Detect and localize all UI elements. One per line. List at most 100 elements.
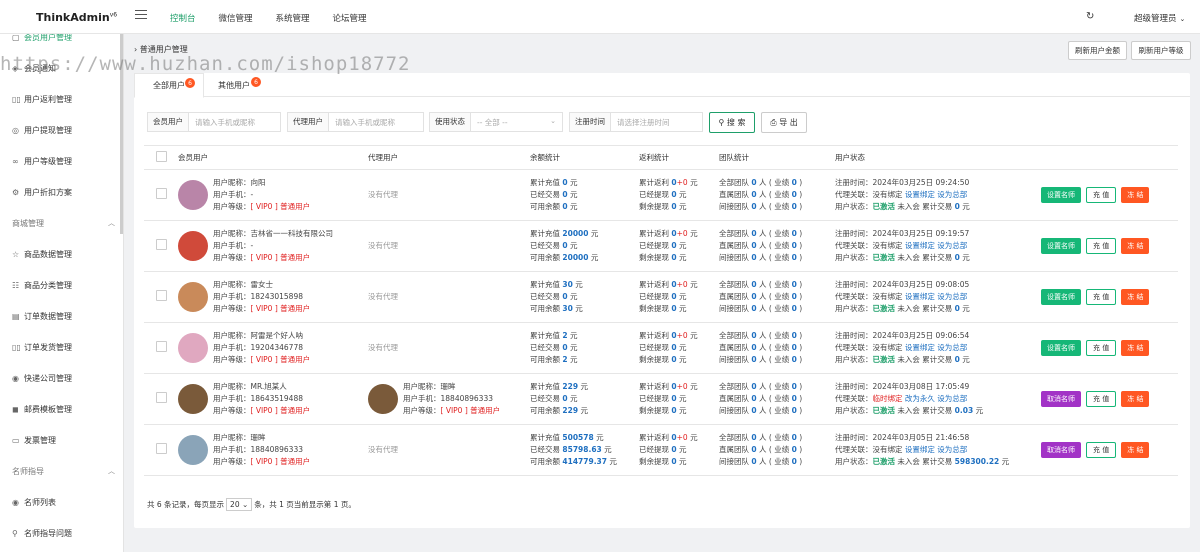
reg-time-input[interactable]: 请选择注册时间: [611, 117, 670, 128]
bind-link[interactable]: 设置绑定: [905, 292, 935, 301]
refresh-icon[interactable]: ↻: [1086, 11, 1094, 22]
recharge-button[interactable]: 充 值: [1086, 340, 1117, 356]
sidebar-item[interactable]: ⚲ 名师指导问题: [12, 528, 72, 539]
top-bar: ThinkAdminv6 控制台 微信管理 系统管理 论坛管理 ↻ 超级管理员 ⌄: [0, 0, 1200, 34]
sidebar-icon: ◎: [12, 126, 19, 135]
sidebar-item[interactable]: ▯▯ 订单发货管理: [12, 342, 72, 353]
export-button[interactable]: ⎙ 导 出: [761, 112, 807, 133]
agent-filter[interactable]: 代理用户 请输入手机或昵称: [287, 112, 424, 132]
bind-link[interactable]: 设置绑定: [905, 343, 935, 352]
teacher-button[interactable]: 设置名师: [1041, 238, 1081, 254]
team-cell: 全部团队 0 人 ( 业绩 0 ) 直属团队 0 人 ( 业绩 0 ) 间接团队 0…: [719, 424, 835, 476]
brand-logo[interactable]: ThinkAdminv6: [36, 11, 117, 24]
user-menu[interactable]: 超级管理员 ⌄: [1134, 12, 1185, 24]
team-cell: 全部团队 0 人 ( 业绩 0 ) 直属团队 0 人 ( 业绩 0 ) 间接团队 0…: [719, 322, 835, 374]
teacher-button[interactable]: 取消名师: [1041, 442, 1081, 458]
topnav-item[interactable]: 系统管理: [276, 12, 310, 24]
sidebar-icon: ☆: [12, 250, 20, 259]
sidebar-item[interactable]: ∞ 用户等级管理: [12, 156, 72, 167]
sidebar-item[interactable]: ▤ 订单数据管理: [12, 311, 72, 322]
recharge-button[interactable]: 充 值: [1086, 187, 1117, 203]
topnav-item[interactable]: 微信管理: [219, 12, 253, 24]
bind-link[interactable]: 设置绑定: [905, 190, 935, 199]
search-button[interactable]: ⚲ 搜 索: [709, 112, 755, 133]
status-select[interactable]: 使用状态 -- 全部 -- ⌄: [429, 112, 563, 132]
member-filter[interactable]: 会员用户 请输入手机或昵称: [147, 112, 281, 132]
sidebar-icon: ▤: [12, 312, 20, 321]
sidebar-group-label: 商城管理: [12, 219, 44, 228]
recharge-button[interactable]: 充 值: [1086, 238, 1117, 254]
refresh-amount-button[interactable]: 刷新用户金额: [1068, 41, 1127, 60]
sidebar-group[interactable]: 商城管理 ︿: [12, 218, 115, 229]
set-master-link[interactable]: 设为总部: [937, 190, 967, 199]
teacher-button[interactable]: 设置名师: [1041, 289, 1081, 305]
sidebar-icon: ▯▯: [12, 343, 21, 352]
row-checkbox[interactable]: [156, 238, 167, 250]
sidebar-item[interactable]: ◉ 名师列表: [12, 497, 56, 508]
sidebar-item[interactable]: ◼ 邮费模板管理: [12, 404, 72, 415]
rebate-cell: 累计返利 0+0 元已经提现 0 元剩余提现 0 元: [639, 424, 719, 476]
recharge-button[interactable]: 充 值: [1086, 442, 1117, 458]
tab-other-users[interactable]: 其他用户 6: [204, 73, 264, 97]
teacher-button[interactable]: 取消名师: [1041, 391, 1081, 407]
rebate-cell: 累计返利 0+0 元已经提现 0 元剩余提现 0 元: [639, 220, 719, 272]
set-master-link[interactable]: 设为总部: [937, 343, 967, 352]
bind-link[interactable]: 设置绑定: [905, 241, 935, 250]
reg-time-filter[interactable]: 注册时间 请选择注册时间: [569, 112, 703, 132]
users-table: 会员用户 代理用户 余额统计 返利统计 团队统计 用户状态 用户昵称：向阳 用户手…: [144, 145, 1178, 476]
no-agent-text: 没有代理: [368, 292, 398, 301]
sidebar-item[interactable]: ☆ 商品数据管理: [12, 249, 72, 260]
sidebar-item[interactable]: ⚙ 用户折扣方案: [12, 187, 72, 198]
freeze-button[interactable]: 冻 结: [1121, 340, 1150, 356]
col-rebate: 返利统计: [639, 145, 719, 170]
sidebar-icon: ▯▯: [12, 95, 21, 104]
no-agent-text: 没有代理: [368, 445, 398, 454]
member-search-input[interactable]: 请输入手机或昵称: [189, 117, 255, 128]
row-checkbox[interactable]: [156, 442, 167, 454]
set-master-link[interactable]: 设为总部: [937, 394, 967, 403]
sidebar-item-label: 商品数据管理: [24, 250, 72, 259]
chevron-up-icon: ︿: [108, 467, 115, 475]
refresh-level-button[interactable]: 刷新用户等级: [1131, 41, 1191, 60]
sidebar-item[interactable]: ☷ 商品分类管理: [12, 280, 72, 291]
page-size-select[interactable]: 20 ⌄: [226, 498, 253, 511]
teacher-button[interactable]: 设置名师: [1041, 340, 1081, 356]
sidebar-item[interactable]: ◎ 用户提现管理: [12, 125, 72, 136]
tab-all-users[interactable]: 全部用户 6: [134, 73, 204, 98]
no-agent-text: 没有代理: [368, 241, 398, 250]
status-cell: 注册时间：2024年03月25日 09:24:50 代理关联：没有绑定 设置绑定 …: [835, 169, 1041, 221]
set-master-link[interactable]: 设为总部: [937, 292, 967, 301]
freeze-button[interactable]: 冻 结: [1121, 187, 1150, 203]
freeze-button[interactable]: 冻 结: [1121, 238, 1150, 254]
freeze-button[interactable]: 冻 结: [1121, 289, 1150, 305]
bind-link[interactable]: 设置绑定: [905, 445, 935, 454]
sidebar-item[interactable]: ▭ 发票管理: [12, 435, 56, 446]
recharge-button[interactable]: 充 值: [1086, 391, 1117, 407]
row-checkbox[interactable]: [156, 187, 167, 199]
balance-cell: 累计充值 20000 元已经交易 0 元可用余额 20000 元: [530, 220, 639, 272]
freeze-button[interactable]: 冻 结: [1121, 442, 1150, 458]
sidebar-item[interactable]: ▢ 会员用户管理: [12, 34, 72, 43]
status-cell: 注册时间：2024年03月25日 09:08:05 代理关联：没有绑定 设置绑定 …: [835, 271, 1041, 323]
table-row: 用户昵称：珊眸 用户手机：18840896333 用户等级：[ VIP0 ] 普通用…: [144, 424, 1178, 476]
row-checkbox[interactable]: [156, 340, 167, 352]
sidebar-group[interactable]: 名师指导 ︿: [12, 466, 115, 477]
topnav-item[interactable]: 控制台: [170, 12, 196, 24]
bind-link[interactable]: 改为永久: [905, 394, 935, 403]
set-master-link[interactable]: 设为总部: [937, 241, 967, 250]
set-master-link[interactable]: 设为总部: [937, 445, 967, 454]
recharge-button[interactable]: 充 值: [1086, 289, 1117, 305]
agent-search-input[interactable]: 请输入手机或昵称: [329, 117, 395, 128]
row-checkbox[interactable]: [156, 391, 167, 403]
menu-toggle-icon[interactable]: [135, 10, 147, 20]
sidebar-item-label: 订单发货管理: [24, 343, 72, 352]
table-row: 用户昵称：MR.旭某人 用户手机：18643519488 用户等级：[ VIP0 ]…: [144, 373, 1178, 425]
sidebar-item[interactable]: ◉ 快递公司管理: [12, 373, 72, 384]
freeze-button[interactable]: 冻 结: [1121, 391, 1150, 407]
row-checkbox[interactable]: [156, 289, 167, 301]
sidebar-icon: ∞: [12, 157, 19, 166]
topnav-item[interactable]: 论坛管理: [333, 12, 367, 24]
select-all-checkbox[interactable]: [156, 151, 167, 162]
sidebar-item[interactable]: ▯▯ 用户返利管理: [12, 94, 72, 105]
teacher-button[interactable]: 设置名师: [1041, 187, 1081, 203]
